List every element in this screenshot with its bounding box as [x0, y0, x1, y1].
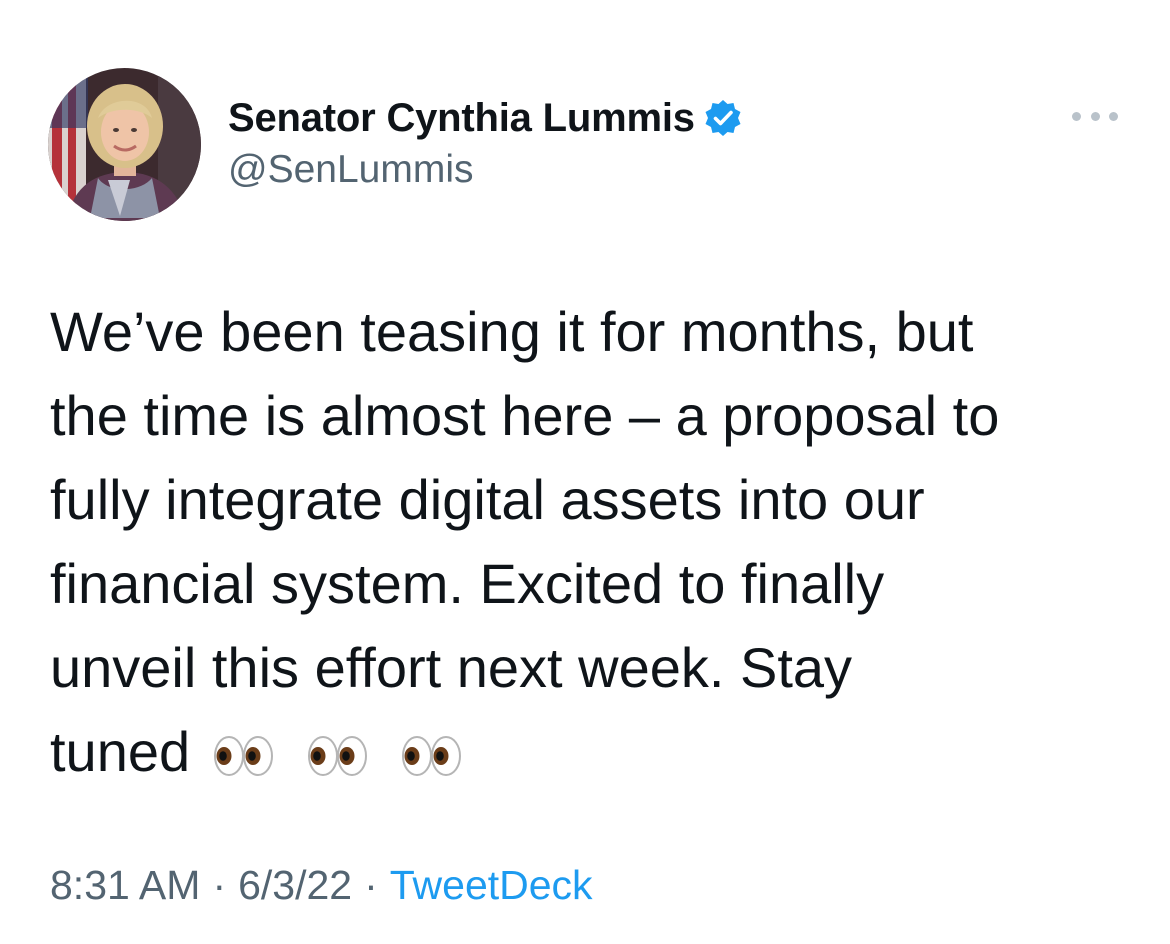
- more-dot: [1072, 111, 1081, 121]
- tweet-text-line: We’ve been teasing it for months, but: [50, 300, 974, 363]
- more-dot: [1090, 111, 1100, 121]
- author-name-row: Senator Cynthia Lummis: [228, 92, 743, 144]
- tweet-text-line: financial system. Excited to finally: [50, 552, 885, 615]
- author-display-name[interactable]: Senator Cynthia Lummis: [228, 96, 695, 141]
- tweet-text-line: fully integrate digital assets into our: [50, 468, 925, 531]
- meta-separator: ·: [364, 862, 378, 908]
- avatar[interactable]: [48, 68, 201, 221]
- tweet-source-link[interactable]: TweetDeck: [390, 862, 593, 908]
- author-handle[interactable]: @SenLummis: [228, 148, 474, 192]
- tweet-text-line: unveil this effort next week. Stay: [50, 636, 853, 699]
- eyes-emoji-icon: [212, 734, 276, 778]
- more-dot: [1109, 111, 1118, 121]
- tweet-date[interactable]: 6/3/22: [238, 862, 352, 908]
- more-horizontal-icon[interactable]: [1072, 104, 1118, 128]
- tweet-meta: 8:31 AM · 6/3/22 · TweetDeck: [50, 862, 593, 909]
- meta-separator: ·: [212, 862, 227, 908]
- tweet-text-last-line: tuned: [50, 710, 1130, 794]
- emoji-group: [212, 734, 464, 778]
- tweet-card: Senator Cynthia Lummis @SenLummis We’ve …: [0, 0, 1170, 944]
- verified-badge-icon: [703, 98, 743, 138]
- tweet-text-line: the time is almost here – a proposal to: [50, 384, 1000, 447]
- tweet-text: We’ve been teasing it for months, but th…: [50, 290, 1130, 794]
- avatar-image: [48, 68, 201, 221]
- eyes-emoji-icon: [400, 734, 464, 778]
- tweet-time[interactable]: 8:31 AM: [50, 862, 200, 908]
- eyes-emoji-icon: [306, 734, 370, 778]
- tweet-text-line: tuned: [50, 720, 191, 783]
